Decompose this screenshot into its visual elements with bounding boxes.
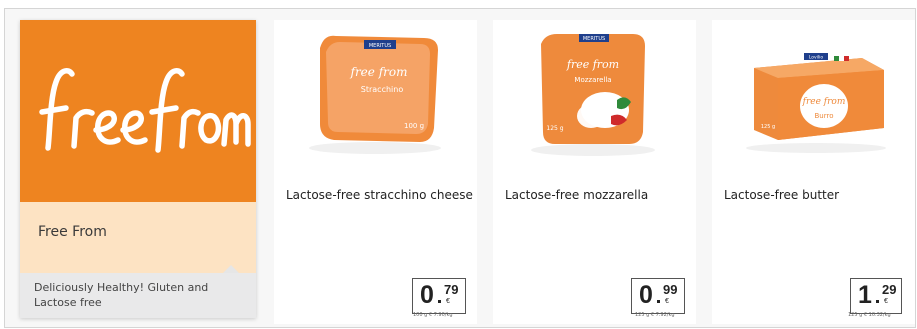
price-dot [876,300,879,303]
svg-text:125 g: 125 g [546,125,563,132]
price-integer: 1 [858,281,872,309]
price-box: 0 79 € [412,278,466,314]
product-image[interactable]: MERITUS free from Stracchino 100 g [274,20,477,170]
price-dot [438,300,441,303]
brand-logo [20,20,256,202]
unit-price: 125 g € 10.32/kg [848,312,891,318]
pointer-arrow-icon [223,265,239,273]
free-from-logo-icon [39,68,251,153]
svg-text:free from: free from [802,97,846,107]
brand-description-bar: Deliciously Healthy! Gluten and Lactose … [20,273,256,318]
package-brand-text: MERITUS [369,43,391,49]
brand-card[interactable]: Free From Deliciously Healthy! Gluten an… [20,20,256,318]
product-card[interactable]: Lovilio free from Burro 125 g Lactose-fr… [712,20,915,324]
price-currency: € [884,298,888,305]
svg-text:Burro: Burro [814,112,833,120]
product-name[interactable]: Lactose-free butter [724,188,839,202]
svg-text:free from: free from [350,65,408,79]
product-card[interactable]: MERITUS free from Stracchino 100 g Lacto… [274,20,477,324]
svg-text:Lovilio: Lovilio [809,55,824,61]
price-currency: € [446,298,450,305]
price-decimal: 99 [663,282,678,297]
price-decimal: 79 [444,282,459,297]
butter-package-icon: Lovilio free from Burro 125 g [746,53,886,153]
product-name[interactable]: Lactose-free stracchino cheese [286,188,473,202]
svg-text:Mozzarella: Mozzarella [574,76,611,84]
product-image[interactable]: MERITUS free from Mozzarella 125 g [493,20,696,170]
product-card[interactable]: MERITUS free from Mozzarella 125 g Lacto… [493,20,696,324]
price-box: 0 99 € [631,278,685,314]
price-dot [657,300,660,303]
unit-price: 125 g € 7.92/kg [635,312,675,318]
product-name[interactable]: Lactose-free mozzarella [505,188,648,202]
stracchino-package-icon: MERITUS free from Stracchino 100 g [309,35,441,154]
price-decimal: 29 [882,282,897,297]
unit-price: 100 g € 7.90/kg [413,312,453,318]
price-box: 1 29 € [850,278,902,314]
brand-name-bar: Free From [20,202,256,273]
price-integer: 0 [639,281,653,309]
svg-text:100 g: 100 g [404,122,424,130]
brand-description: Deliciously Healthy! Gluten and Lactose … [34,281,209,309]
svg-text:125 g: 125 g [761,124,775,130]
mozzarella-package-icon: MERITUS free from Mozzarella 125 g [531,34,655,156]
svg-text:MERITUS: MERITUS [583,36,605,42]
product-image[interactable]: Lovilio free from Burro 125 g [712,20,915,170]
svg-text:Stracchino: Stracchino [361,85,404,94]
price-integer: 0 [420,281,434,309]
svg-text:free from: free from [566,58,619,71]
price-currency: € [665,298,669,305]
brand-name: Free From [38,224,107,240]
